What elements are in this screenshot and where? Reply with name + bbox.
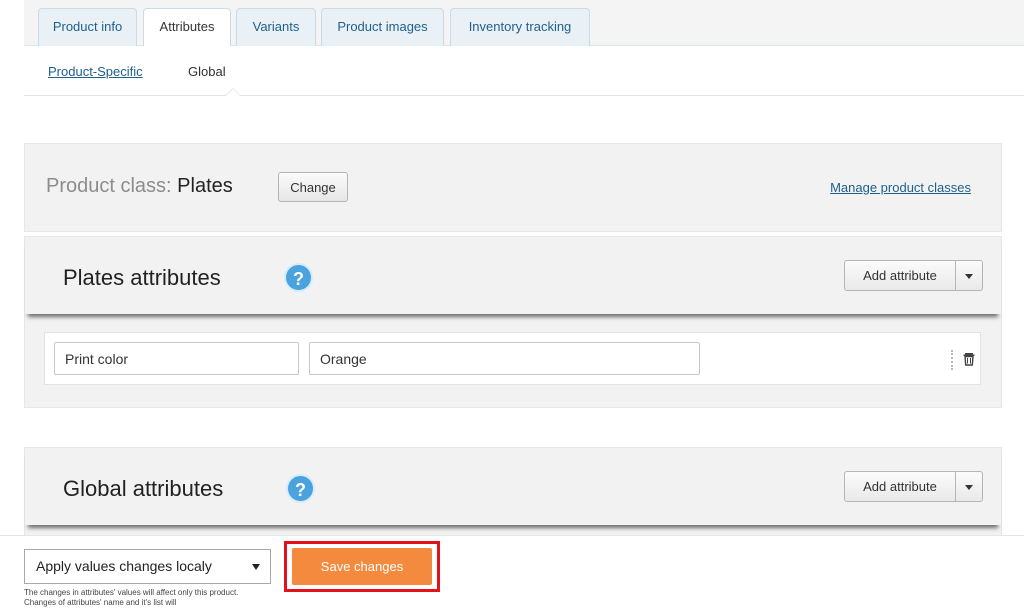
sticky-footer: Apply values changes localy The changes … xyxy=(0,535,1024,610)
plates-attributes-section: Plates attributes ? Add attribute xyxy=(24,236,1002,408)
plates-add-attribute-group: Add attribute xyxy=(844,260,983,291)
plates-add-attribute-button[interactable]: Add attribute xyxy=(844,260,956,291)
drag-handle-icon[interactable] xyxy=(951,350,954,370)
save-button-highlight: Save changes xyxy=(284,541,440,592)
apply-changes-note: The changes in attributes' values will a… xyxy=(24,588,239,607)
manage-product-classes-link[interactable]: Manage product classes xyxy=(830,180,971,195)
subnav-global[interactable]: Global xyxy=(188,64,226,79)
help-icon[interactable]: ? xyxy=(284,263,313,292)
tab-variants[interactable]: Variants xyxy=(236,8,316,46)
dropdown-arrow-icon xyxy=(252,564,260,570)
trash-icon[interactable] xyxy=(962,352,976,366)
global-attributes-title: Global attributes xyxy=(63,476,224,501)
tab-inventory-tracking[interactable]: Inventory tracking xyxy=(450,8,590,46)
sub-navigation: Product-Specific Global xyxy=(24,46,1024,96)
active-subnav-pointer xyxy=(225,88,241,96)
subnav-product-specific-link[interactable]: Product-Specific xyxy=(48,64,143,79)
tab-bar: Product info Attributes Variants Product… xyxy=(24,0,1024,47)
save-changes-button[interactable]: Save changes xyxy=(292,548,432,585)
plates-attributes-title: Plates attributes xyxy=(63,265,221,290)
product-class-heading: Product class: Plates xyxy=(46,175,233,198)
global-add-attribute-button[interactable]: Add attribute xyxy=(844,471,956,502)
attribute-value-input[interactable] xyxy=(309,342,700,375)
product-class-label: Product class: xyxy=(46,175,172,197)
tab-product-images[interactable]: Product images xyxy=(321,8,444,46)
product-class-value: Plates xyxy=(177,175,233,197)
tab-attributes[interactable]: Attributes xyxy=(143,8,231,47)
chevron-down-icon[interactable] xyxy=(956,260,983,291)
plates-attributes-header: Plates attributes ? Add attribute xyxy=(25,237,1001,314)
global-add-attribute-group: Add attribute xyxy=(844,471,983,502)
apply-changes-select[interactable]: Apply values changes localy xyxy=(24,549,271,584)
attribute-row xyxy=(44,332,981,385)
global-attributes-section: Global attributes ? Add attribute xyxy=(24,447,1002,547)
attribute-name-input[interactable] xyxy=(54,342,299,375)
apply-changes-select-value: Apply values changes localy xyxy=(36,558,212,574)
help-icon[interactable]: ? xyxy=(286,474,315,503)
chevron-down-icon[interactable] xyxy=(956,471,983,502)
tab-product-info[interactable]: Product info xyxy=(38,8,137,46)
global-attributes-header: Global attributes ? Add attribute xyxy=(25,448,1001,525)
change-class-button[interactable]: Change xyxy=(278,172,348,202)
product-class-panel: Product class: Plates Change Manage prod… xyxy=(24,143,1002,232)
